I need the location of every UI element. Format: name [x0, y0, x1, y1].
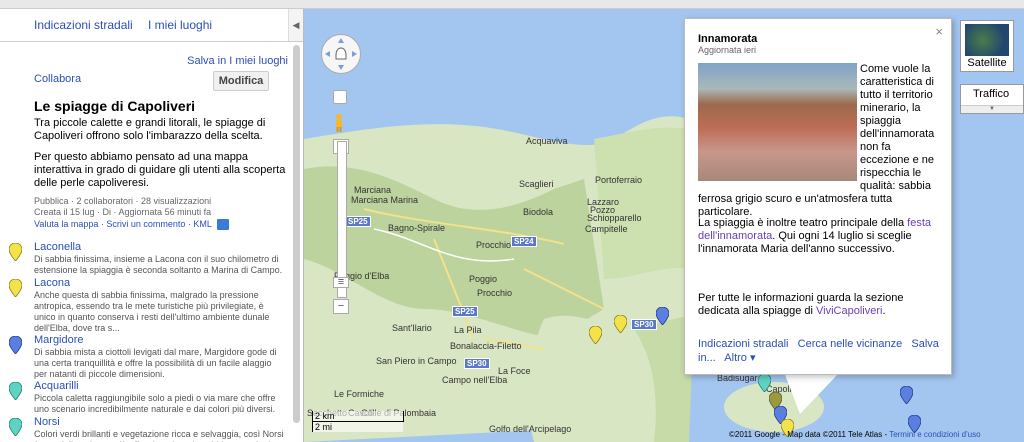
yellow-pin-icon	[9, 279, 22, 297]
info-updated: Aggiornata ieri	[698, 45, 757, 55]
write-comment-link[interactable]: Scrivi un commento	[106, 219, 185, 229]
tab-directions[interactable]: Indicazioni stradali	[34, 18, 133, 32]
sidebar-tabs: Indicazioni stradali I miei luoghi ◀	[0, 9, 303, 42]
place-label: Bonalaccia-Filetto	[450, 341, 522, 351]
zoom-slider-handle[interactable]: ≡	[333, 277, 349, 288]
list-item-text: Colori verdi brillanti e vegetazione ric…	[34, 429, 284, 442]
yellow-pin-icon	[9, 243, 22, 261]
sidebar: Indicazioni stradali I miei luoghi ◀ Sal…	[0, 9, 304, 442]
road-badge: SP30	[631, 319, 657, 330]
chevron-down-icon: ▼	[961, 105, 1023, 113]
collaborate-link[interactable]: Collabora	[34, 73, 81, 85]
blue-map-marker-icon[interactable]	[900, 386, 913, 404]
collapse-sidebar-button[interactable]: ◀	[288, 9, 303, 41]
place-label: Le Formiche	[334, 389, 385, 399]
place-label: San Piero in Campo	[376, 356, 457, 366]
zoom-slider-track[interactable]	[337, 141, 347, 298]
terms-link[interactable]: Termini e condizioni d'uso	[889, 430, 980, 439]
scale-km: 2 km	[312, 411, 404, 422]
list-item-text: Anche questa di sabbia finissima, malgra…	[34, 290, 270, 333]
place-label: Marciana Marina	[351, 195, 419, 205]
teal-pin-icon	[9, 418, 22, 436]
rate-map-link[interactable]: Valuta la mappa	[34, 219, 98, 229]
info-window-tail	[784, 372, 840, 414]
map-scale: 2 km 2 mi	[312, 411, 404, 432]
info-paragraph-2: La spiaggia è inoltre teatro principale …	[698, 217, 931, 255]
list-item-name[interactable]: Margidore	[34, 334, 84, 346]
info-title: Innamorata	[698, 33, 758, 45]
vivicapoliveri-link[interactable]: ViviCapoliveri	[816, 305, 882, 317]
road-badge: SP30	[464, 358, 490, 369]
satellite-thumbnail-icon	[965, 24, 1009, 56]
map-title: Le spiagge di Capoliveri	[34, 98, 196, 114]
pan-control[interactable]	[321, 34, 361, 74]
map-meta-public: Pubblica · 2 collaboratori · 28 visualiz…	[34, 196, 212, 206]
save-to-my-places-link[interactable]: Salva in I miei luoghi	[187, 55, 288, 67]
kml-icon[interactable]	[217, 219, 230, 231]
search-nearby-link[interactable]: Cerca nelle vicinanze	[798, 338, 903, 350]
tab-my-places[interactable]: I miei luoghi	[148, 18, 212, 32]
blue-pin-icon	[9, 336, 22, 354]
list-item-name[interactable]: Acquarilli	[34, 380, 79, 392]
place-label: La Pila	[454, 325, 482, 335]
satellite-button[interactable]: Satellite	[960, 20, 1014, 72]
map-copyright: ©2011 Google - Map data ©2011 Tele Atlas…	[729, 430, 981, 439]
list-item-name[interactable]: Norsi	[34, 416, 60, 428]
place-label: Sant'Ilario	[392, 323, 432, 333]
info-actions: Indicazioni stradali Cerca nelle vicinan…	[698, 337, 940, 365]
sidebar-scrollbar[interactable]	[293, 45, 300, 423]
list-item-name[interactable]: Laconella	[34, 241, 81, 253]
teal-map-marker-icon[interactable]	[758, 374, 771, 392]
place-label: Marciana	[354, 185, 392, 195]
road-badge: SP25	[345, 216, 371, 227]
modify-button[interactable]: Modifica	[213, 71, 269, 91]
list-item-name[interactable]: Lacona	[34, 277, 70, 289]
info-window: × Innamorata Aggiornata ieri Come vuole …	[684, 18, 952, 375]
place-label: Golfo dell'Arcipelago	[489, 424, 572, 434]
place-label: Procchio	[477, 288, 513, 298]
map-meta-created: Creata il 15 lug · Di · Aggiornata 56 mi…	[34, 207, 212, 217]
zoom-out-button[interactable]: −	[333, 299, 349, 314]
place-label: Procchio	[476, 240, 512, 250]
place-label: Biodola	[523, 207, 554, 217]
info-paragraph-1: Come vuole la caratteristica di tutto il…	[698, 63, 940, 219]
blue-map-marker-icon[interactable]	[656, 307, 669, 325]
map-canvas[interactable]: Acquaviva Marciana Marciana Marina Porto…	[304, 9, 1024, 442]
map-actions: Valuta la mappa · Scrivi un commento · K…	[34, 219, 230, 231]
place-label: Portoferraio	[595, 175, 643, 185]
place-label: Campo nell'Elba	[442, 375, 508, 385]
hand-pan-icon	[325, 38, 357, 70]
list-item-text: Di sabbia finissima, insieme a Lacona co…	[34, 254, 283, 275]
chevron-left-icon: ◀	[292, 19, 300, 30]
yellow-map-marker-icon[interactable]	[614, 315, 627, 333]
place-label: Poggio	[469, 274, 498, 284]
street-view-pegman-icon[interactable]	[333, 113, 345, 133]
more-link[interactable]: Altro ▾	[724, 352, 755, 364]
info-paragraph-3: Per tutte le informazioni guarda la sezi…	[698, 292, 904, 317]
kml-link[interactable]: KML	[193, 219, 211, 229]
copyright-text: ©2011 Google - Map data ©2011 Tele Atlas…	[729, 430, 890, 439]
yellow-map-marker-icon[interactable]	[589, 326, 602, 344]
place-label: Schiopparello	[587, 213, 642, 223]
place-label: Scaglieri	[519, 179, 554, 189]
satellite-label: Satellite	[967, 57, 1007, 69]
scale-mi: 2 mi	[312, 422, 403, 432]
close-icon[interactable]: ×	[935, 24, 943, 39]
teal-pin-icon	[9, 382, 22, 400]
traffic-button[interactable]: Traffico ▼	[960, 84, 1024, 114]
reset-view-button[interactable]	[333, 90, 347, 104]
map-description-2: Per questo abbiamo pensato ad una mappa …	[34, 151, 286, 189]
place-label: Acquaviva	[526, 136, 568, 146]
list-item-text: Di sabbia mista a ciottoli levigati dal …	[34, 347, 277, 379]
browser-top-border	[0, 0, 1024, 9]
place-label: Campitelle	[585, 224, 628, 234]
traffic-label: Traffico	[973, 88, 1010, 100]
list-item-text: Piccola caletta raggiungibile solo a pie…	[34, 393, 276, 414]
sidebar-content: Salva in I miei luoghi Collabora Modific…	[0, 42, 292, 442]
place-label: Bagno-Spirale	[388, 223, 446, 233]
map-description-1: Tra piccole calette e grandi litorali, l…	[34, 117, 266, 142]
road-badge: SP24	[511, 236, 537, 247]
road-badge: SP25	[452, 306, 478, 317]
info-directions-link[interactable]: Indicazioni stradali	[698, 338, 789, 350]
